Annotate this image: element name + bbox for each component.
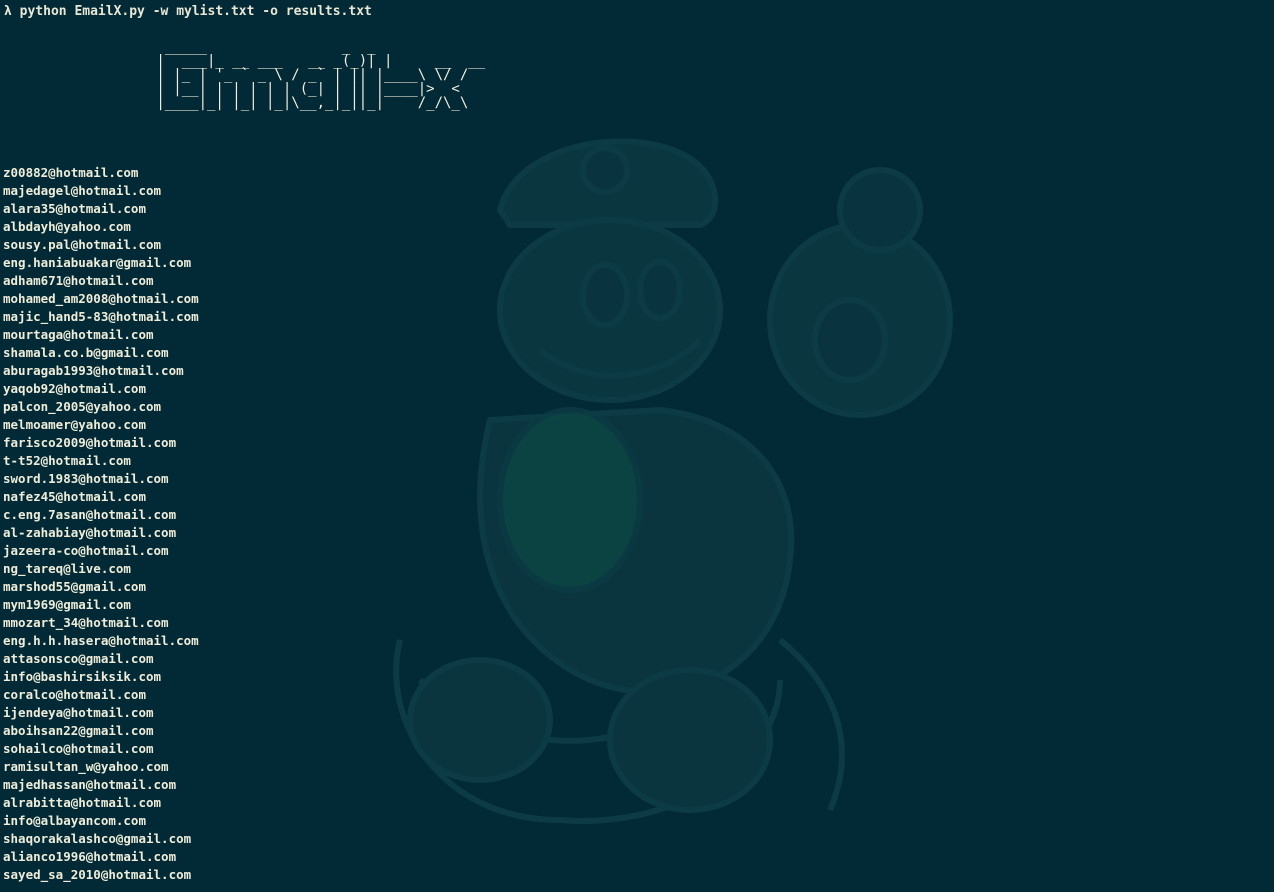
email-result-line: mourtaga@hotmail.com [3,327,154,342]
email-result-line: mym1969@gmail.com [3,597,131,612]
email-result-line: sword.1983@hotmail.com [3,471,169,486]
email-result-line: alianco1996@hotmail.com [3,849,177,864]
email-result-line: nafez45@hotmail.com [3,489,146,504]
email-result-line: t-t52@hotmail.com [3,453,131,468]
email-result-line: albdayh@yahoo.com [3,219,131,234]
emailx-ascii-banner: _____ _ _ | ___|_ __ ___ __ _(_)| | __ _… [156,39,486,111]
email-result-line: farisco2009@hotmail.com [3,435,177,450]
email-result-line: yaqob92@hotmail.com [3,381,146,396]
email-result-line: shamala.co.b@gmail.com [3,345,169,360]
email-result-line: ramisultan_w@yahoo.com [3,759,169,774]
email-result-line: majedagel@hotmail.com [3,183,162,198]
email-result-line: melmoamer@yahoo.com [3,417,146,432]
email-result-line: palcon_2005@yahoo.com [3,399,162,414]
email-result-line: sousy.pal@hotmail.com [3,237,162,252]
email-result-line: mmozart_34@hotmail.com [3,615,169,630]
email-result-line: aboihsan22@gmail.com [3,723,154,738]
email-result-line: jazeera-co@hotmail.com [3,543,169,558]
email-result-line: aburagab1993@hotmail.com [3,363,184,378]
terminal-window[interactable]: λ python EmailX.py -w mylist.txt -o resu… [0,0,1274,892]
email-result-line: ijendeya@hotmail.com [3,705,154,720]
email-result-line: marshod55@gmail.com [3,579,146,594]
email-result-line: eng.haniabuakar@gmail.com [3,255,192,270]
email-result-line: c.eng.7asan@hotmail.com [3,507,177,522]
email-result-line: adham671@hotmail.com [3,273,154,288]
email-result-line: alara35@hotmail.com [3,201,146,216]
email-result-line: mohamed_am2008@hotmail.com [3,291,199,306]
email-result-line: info@bashirsiksik.com [3,669,162,684]
email-results-list: z00882@hotmail.com majedagel@hotmail.com a… [3,164,199,884]
email-result-line: z00882@hotmail.com [3,165,139,180]
command-text: python EmailX.py -w mylist.txt -o result… [19,4,372,19]
email-result-line: al-zahabiay@hotmail.com [3,525,177,540]
email-result-line: majic_hand5-83@hotmail.com [3,309,199,324]
email-result-line: ng_tareq@live.com [3,561,131,576]
email-result-line: eng.h.h.hasera@hotmail.com [3,633,199,648]
email-result-line: info@albayancom.com [3,813,146,828]
email-result-line: attasonsco@gmail.com [3,651,154,666]
email-result-line: shaqorakalashco@gmail.com [3,831,192,846]
command-prompt-line: λ python EmailX.py -w mylist.txt -o resu… [4,3,372,21]
email-result-line: coralco@hotmail.com [3,687,146,702]
email-result-line: alrabitta@hotmail.com [3,795,162,810]
email-result-line: sohailco@hotmail.com [3,741,154,756]
email-result-line: majedhassan@hotmail.com [3,777,177,792]
mario-luigi-wallpaper-icon [393,138,953,824]
prompt-symbol: λ [4,4,12,19]
email-result-line: sayed_sa_2010@hotmail.com [3,867,192,882]
